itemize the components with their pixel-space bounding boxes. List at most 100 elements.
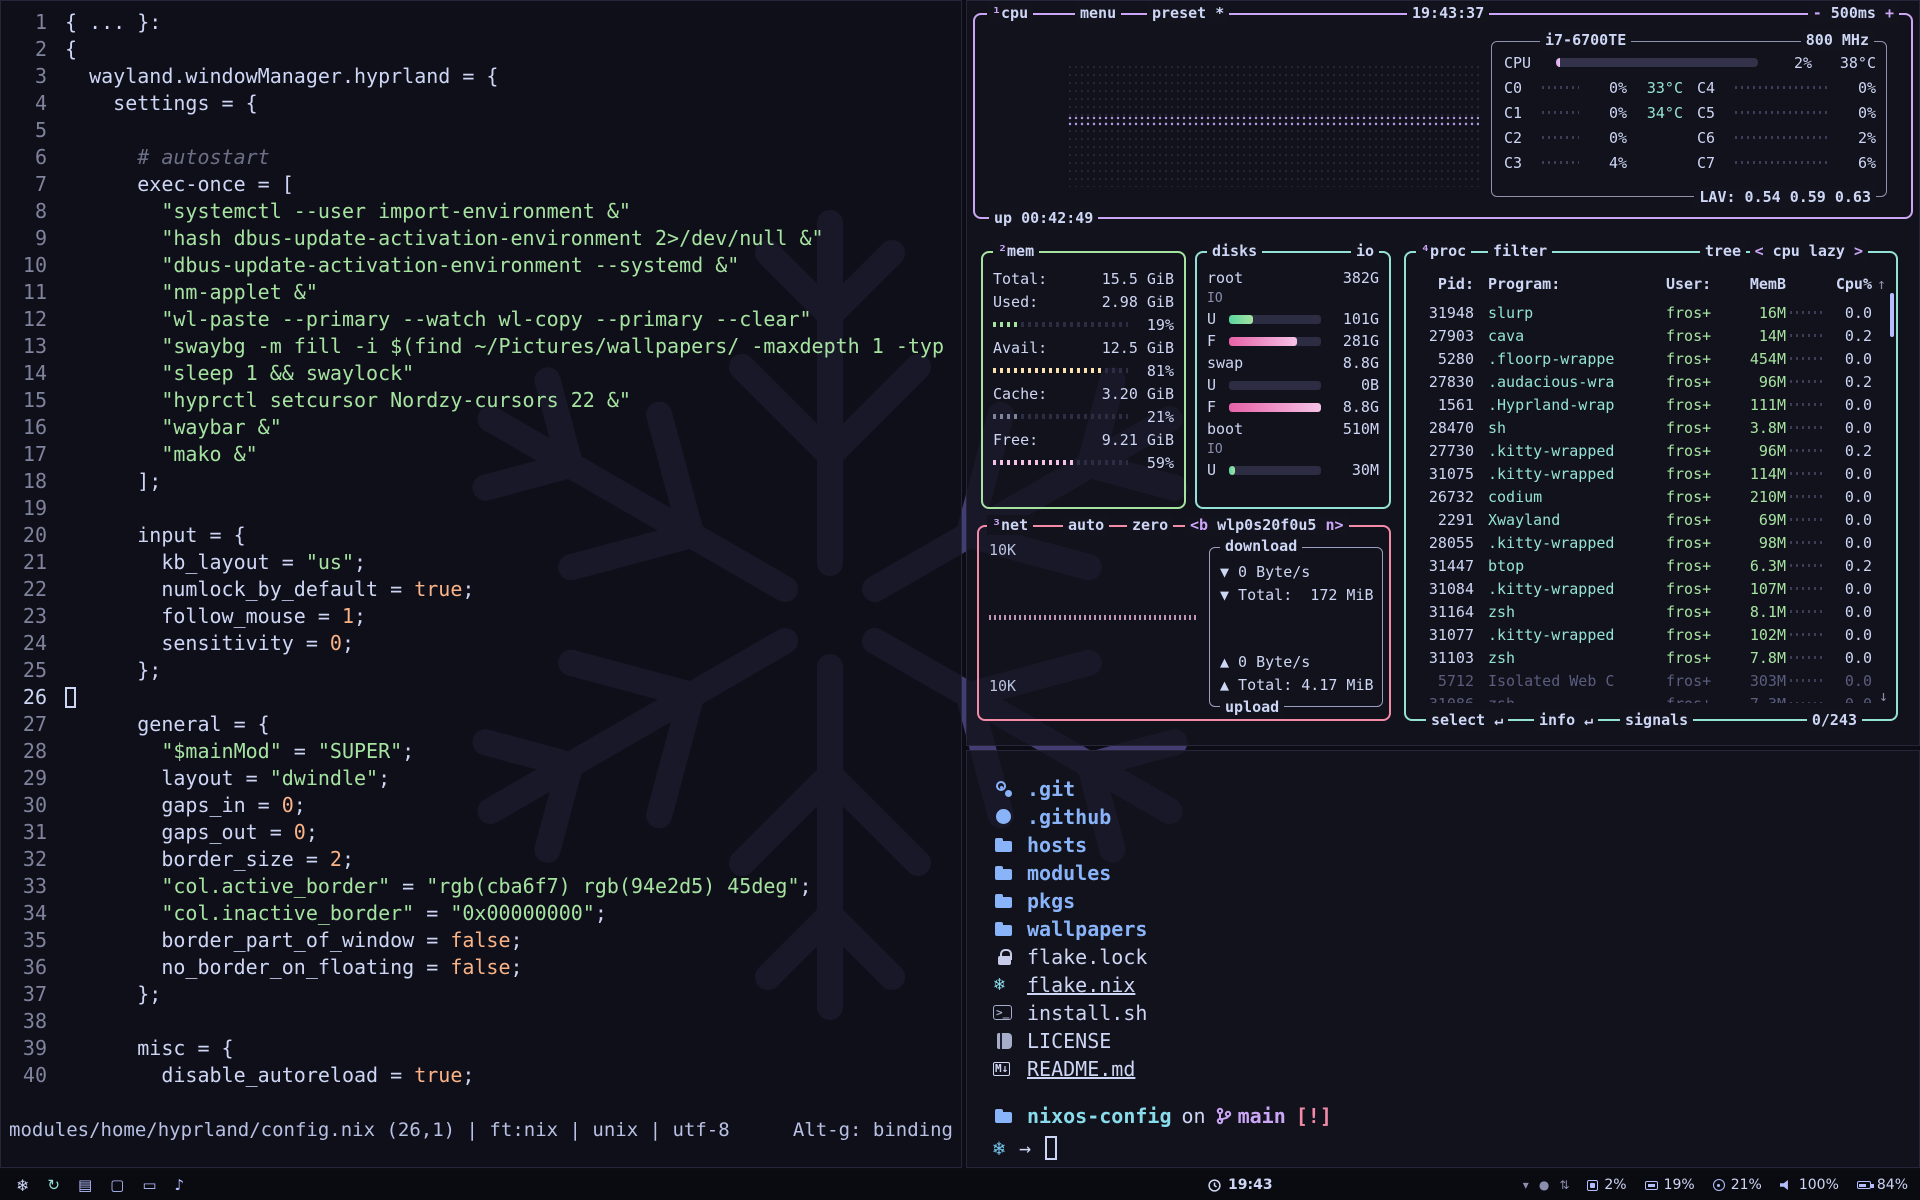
proc-signals-button[interactable]: signals [1620,710,1693,730]
line-text: disable_autoreload = true; [65,1062,474,1089]
system-tray[interactable]: ▾ ● ⇅ [1523,1178,1570,1192]
music-icon[interactable]: ♪ [175,1176,185,1194]
process-row[interactable]: 31164 zsh fros+ 8.1M 0.0 [1418,600,1886,623]
line-number: 7 [1,171,47,198]
menu-button[interactable]: menu [1075,3,1121,23]
process-table-header[interactable]: Pid: Program: User: MemB Cpu% ↑ [1418,275,1886,293]
code-area[interactable]: 1 { ... }: 2 { 3 wayland.windowManager.h… [1,1,961,1089]
prompt-git-status: [!] [1296,1102,1332,1130]
process-row[interactable]: 28055 .kitty-wrapped fros+ 98M 0.0 [1418,531,1886,554]
cpu-module[interactable]: 2% [1587,1177,1626,1193]
net-zero-toggle[interactable]: zero [1127,515,1173,535]
proc-box-title[interactable]: ⁴proc [1416,241,1471,261]
file-icon [993,1030,1019,1052]
process-row[interactable]: 31948 slurp fros+ 16M 0.0 [1418,301,1886,324]
battery-module[interactable]: 84% [1857,1177,1908,1193]
file-icon [993,974,1019,996]
line-number: 11 [1,279,47,306]
process-row[interactable]: 2291 Xwayland fros+ 69M 0.0 [1418,508,1886,531]
process-row[interactable]: 5712 Isolated Web C fros+ 303M 0.0 [1418,669,1886,692]
mem-stat: Used:2.98 GiB 19% [993,290,1174,336]
nixos-logo-icon[interactable]: ❄ [16,1176,29,1195]
code-line: 10 "dbus-update-activation-environment -… [1,252,961,279]
scroll-up-icon[interactable]: ↑ [1872,275,1886,293]
btop-window[interactable]: ¹cpu menu preset * 19:43:37 - 500ms + i7… [966,0,1920,746]
disks-io-toggle[interactable]: io [1351,241,1379,261]
process-row[interactable]: 31447 btop fros+ 6.3M 0.2 [1418,554,1886,577]
btop-clock: 19:43:37 [1407,3,1489,23]
tray-arrow-icon[interactable]: ▾ [1523,1178,1529,1192]
line-text: { ... }: [65,9,161,36]
code-line: 7 exec-once = [ [1,171,961,198]
process-row[interactable]: 31077 .kitty-wrapped fros+ 102M 0.0 [1418,623,1886,646]
proc-scrollbar[interactable] [1890,293,1894,337]
battery-icon [1857,1181,1871,1189]
window-icon[interactable]: ▢ [110,1176,124,1194]
grid-icon[interactable]: ▤ [78,1176,92,1194]
line-text: no_border_on_floating = false; [65,954,523,981]
shell-input-line[interactable]: ❄ → [993,1133,1893,1163]
line-text: gaps_in = 0; [65,792,306,819]
code-line: 28 "$mainMod" = "SUPER"; [1,738,961,765]
process-row[interactable]: 27730 .kitty-wrapped fros+ 96M 0.2 [1418,439,1886,462]
proc-filter-button[interactable]: filter [1488,241,1552,261]
net-interface-label[interactable]: <b wlp0s20f0u5 n> [1185,515,1349,535]
preset-button[interactable]: preset * [1147,3,1229,23]
process-row[interactable]: 28470 sh fros+ 3.8M 0.0 [1418,416,1886,439]
proc-tree-toggle[interactable]: tree [1700,241,1746,261]
refresh-icon[interactable]: ↻ [47,1176,60,1194]
net-box-title[interactable]: ³net [987,515,1033,535]
scroll-down-icon[interactable]: ↓ [1879,687,1888,705]
line-text: "nm-applet &" [65,279,318,306]
net-auto-toggle[interactable]: auto [1063,515,1109,535]
download-title: download [1220,536,1302,556]
file-row: .git [993,775,1893,803]
process-row[interactable]: 31103 zsh fros+ 7.8M 0.0 [1418,646,1886,669]
line-text: numlock_by_default = true; [65,576,474,603]
file-name: flake.nix [1027,971,1135,999]
proc-select-button[interactable]: select ↵ [1426,710,1508,730]
line-text: border_part_of_window = false; [65,927,523,954]
proc-info-button[interactable]: info ↵ [1534,710,1598,730]
line-number: 38 [1,1008,47,1035]
file-row: wallpapers [993,915,1893,943]
mem-box-title[interactable]: ²mem [993,241,1039,261]
code-line: 2 { [1,36,961,63]
net-traffic-panel: download ▼ 0 Byte/s ▼ Total: 172 MiB ▲ 0… [1209,547,1383,707]
file-icon [993,834,1019,856]
line-text: ]; [65,468,161,495]
tray-dot-icon[interactable]: ● [1539,1178,1549,1192]
proc-sort-control[interactable]: < cpu lazy > [1750,241,1868,261]
line-number: 13 [1,333,47,360]
code-line: 35 border_part_of_window = false; [1,927,961,954]
download-speed: ▼ 0 Byte/s [1220,560,1372,583]
update-interval-control[interactable]: - 500ms + [1808,3,1899,23]
code-line: 38 [1,1008,961,1035]
line-text: "systemctl --user import-environment &" [65,198,631,225]
btop-proc-box: ⁴proc filter tree < cpu lazy > Pid: Prog… [1404,251,1898,721]
process-row[interactable]: 26732 codium fros+ 210M 0.0 [1418,485,1886,508]
file-name: modules [1027,859,1111,887]
editor-window[interactable]: 1 { ... }: 2 { 3 wayland.windowManager.h… [0,0,962,1168]
code-line: 31 gaps_out = 0; [1,819,961,846]
process-row[interactable]: 31084 .kitty-wrapped fros+ 107M 0.0 [1418,577,1886,600]
process-row[interactable]: 31086 zsh fros+ 7.3M 0.0 [1418,692,1886,703]
disks-box-title[interactable]: disks [1207,241,1262,261]
clock-module[interactable]: 19:43 [1208,1170,1273,1200]
monitor-icon[interactable]: ▭ [142,1176,156,1194]
process-row[interactable]: 27903 cava fros+ 14M 0.2 [1418,324,1886,347]
process-row[interactable]: 31075 .kitty-wrapped fros+ 114M 0.0 [1418,462,1886,485]
code-line: 29 layout = "dwindle"; [1,765,961,792]
process-row[interactable]: 27830 .audacious-wra fros+ 96M 0.2 [1418,370,1886,393]
process-row[interactable]: 1561 .Hyprland-wrap fros+ 111M 0.0 [1418,393,1886,416]
memory-module[interactable]: 19% [1645,1177,1695,1193]
cpu-box-title[interactable]: ¹cpu [987,3,1033,23]
line-number: 26 [1,684,47,711]
terminal-window[interactable]: .git .github hosts modules [966,750,1920,1168]
code-line: 8 "systemctl --user import-environment &… [1,198,961,225]
code-line: 21 kb_layout = "us"; [1,549,961,576]
process-row[interactable]: 5280 .floorp-wrappe fros+ 454M 0.0 [1418,347,1886,370]
volume-module[interactable]: 100% [1780,1177,1839,1193]
tray-network-icon[interactable]: ⇅ [1559,1178,1569,1192]
disk-module[interactable]: 21% [1713,1177,1762,1193]
